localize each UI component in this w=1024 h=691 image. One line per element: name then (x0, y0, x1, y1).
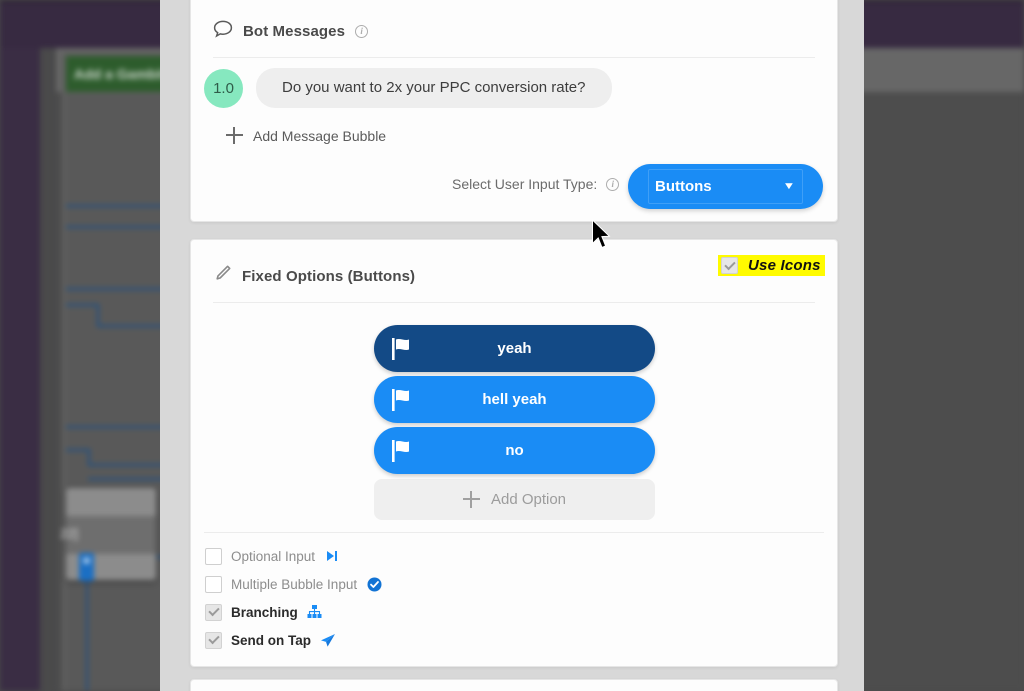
chevron-down-icon: ▼ (782, 181, 796, 192)
toggle-label: Optional Input (231, 548, 316, 564)
info-icon[interactable]: i (355, 24, 369, 38)
toggle-branching[interactable]: Branching (205, 598, 382, 626)
flow-wire (97, 304, 99, 326)
plus-icon (226, 127, 243, 144)
check-circle-icon (366, 576, 382, 592)
branching-checkbox[interactable] (205, 603, 222, 621)
pencil-icon[interactable] (213, 264, 232, 288)
option-button[interactable]: hell yeah (374, 376, 655, 423)
left-rail-primary (0, 48, 40, 691)
flow-wire (66, 426, 172, 428)
add-message-bubble-button[interactable]: Add Message Bubble (226, 127, 386, 144)
flow-wire (66, 304, 99, 306)
select-user-input-type-row: Select User Input Type: i (452, 176, 620, 192)
flow-node-text: 22] (60, 526, 79, 541)
toggle-multiple-bubble-input[interactable]: Multiple Bubble Input (205, 570, 382, 598)
bot-messages-title: Bot Messages (243, 22, 346, 40)
add-option-button[interactable]: Add Option (374, 479, 655, 520)
chat-bubble-icon (213, 20, 233, 43)
flow-wire (88, 449, 90, 465)
toggle-label: Branching (231, 604, 298, 620)
flag-icon (390, 388, 416, 412)
sitemap-icon (307, 604, 323, 620)
next-card-header (191, 680, 837, 691)
fixed-options-title: Fixed Options (Buttons) (242, 267, 416, 285)
dropdown-selected-value: Buttons (655, 178, 712, 195)
add-a-gambit-button[interactable]: Add a Gambit (66, 56, 171, 92)
toggle-label: Multiple Bubble Input (231, 576, 358, 592)
mouse-pointer-icon (591, 218, 611, 255)
option-button[interactable]: no (374, 427, 655, 474)
info-icon[interactable]: i (606, 177, 620, 191)
message-bubble-text[interactable]: Do you want to 2x your PPC conversion ra… (256, 68, 612, 108)
use-icons-label: Use Icons (748, 257, 821, 274)
bot-message-row: 1.0 Do you want to 2x your PPC conversio… (204, 68, 612, 108)
toggle-optional-input[interactable]: Optional Input (205, 542, 382, 570)
optional-input-checkbox[interactable] (205, 547, 222, 565)
fixed-options-list: yeah hell yeah no Add Option (374, 325, 655, 520)
option-label: no (505, 442, 524, 459)
option-toggles-list: Optional Input Multiple Bubble Input Bra… (205, 542, 382, 654)
flag-icon (390, 337, 416, 361)
flow-wire (66, 449, 90, 451)
user-input-type-dropdown[interactable]: Buttons ▼ (628, 164, 823, 209)
add-option-label: Add Option (490, 491, 567, 508)
option-label: hell yeah (482, 391, 547, 408)
next-card-peek (190, 679, 838, 691)
flow-wire (86, 580, 88, 691)
dropdown-inner: Buttons ▼ (648, 169, 803, 204)
option-label: yeah (497, 340, 532, 357)
plus-icon (462, 491, 480, 508)
flow-panel (66, 94, 171, 691)
message-sequence-badge[interactable]: 1.0 (204, 68, 243, 108)
divider (213, 57, 815, 58)
flow-wire (66, 205, 172, 207)
add-message-bubble-label: Add Message Bubble (253, 127, 387, 144)
use-icons-toggle[interactable]: Use Icons (718, 255, 825, 276)
select-user-input-type-label: Select User Input Type: (452, 176, 598, 192)
paper-plane-icon (320, 632, 336, 648)
flow-node-badge: ◉ (79, 553, 94, 581)
skip-forward-icon (324, 548, 340, 564)
flow-wire (66, 226, 172, 228)
toggle-label: Send on Tap (231, 632, 311, 648)
flow-node-header (66, 488, 156, 516)
flow-wire (66, 288, 172, 290)
multiple-bubble-input-checkbox[interactable] (205, 575, 222, 593)
option-button[interactable]: yeah (374, 325, 655, 372)
use-icons-checkbox[interactable] (721, 257, 738, 274)
bot-messages-header: Bot Messages i (191, 0, 837, 49)
divider (204, 532, 824, 533)
divider (213, 302, 815, 303)
flag-icon (390, 439, 416, 463)
toggle-send-on-tap[interactable]: Send on Tap (205, 626, 382, 654)
app-screenshot: 22] ◉ Add a Gambit Bot Messages i 1.0 Do… (0, 0, 1024, 691)
send-on-tap-checkbox[interactable] (205, 631, 222, 649)
